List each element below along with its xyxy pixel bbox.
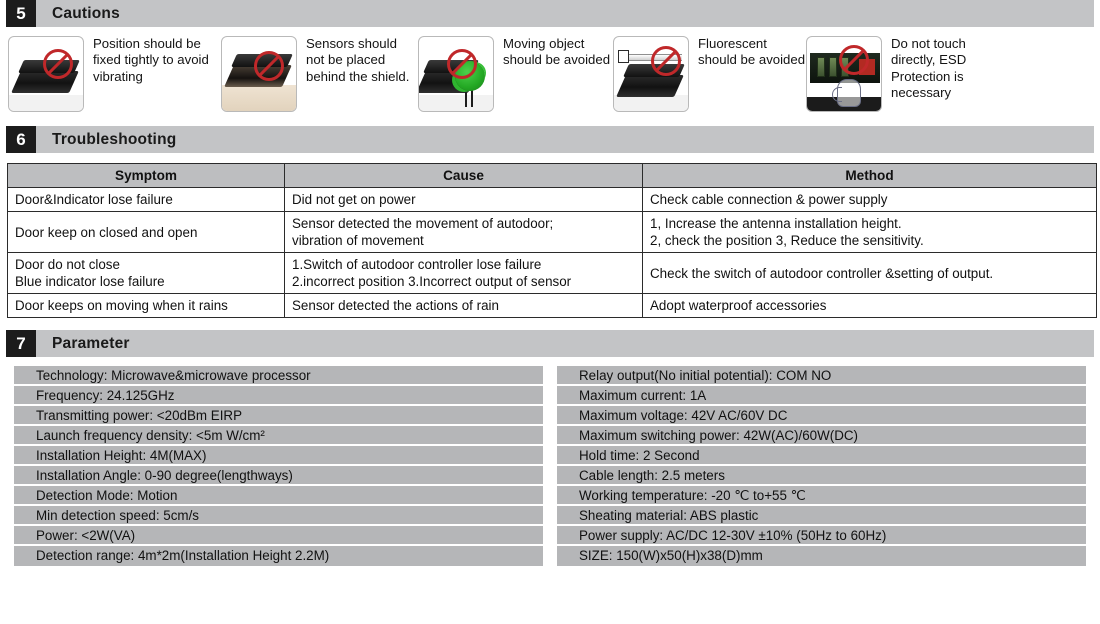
table-row: Door keep on closed and open Sensor dete…: [7, 211, 1097, 253]
sensor-pcb-hand-touch-thumbnail: [806, 36, 882, 112]
parameter-row: Power supply: AC/DC 12-30V ±10% (50Hz to…: [557, 526, 1086, 546]
caution-item-5: Do not touch directly, ESD Protection is…: [806, 36, 1003, 112]
table-row: Door do not close Blue indicator lose fa…: [7, 252, 1097, 294]
caution-text: Fluorescent should be avoided: [698, 36, 806, 68]
sensor-with-fluorescent-lamp-thumbnail: [613, 36, 689, 112]
cell-method-line1: 1, Increase the antenna installation hei…: [650, 216, 902, 231]
no-entry-sign-icon: [43, 49, 73, 79]
caution-text: Position should be fixed tightly to avoi…: [93, 36, 209, 84]
section-header-troubleshooting: 6 Troubleshooting: [6, 126, 1094, 153]
parameter-row: Detection range: 4m*2m(Installation Heig…: [14, 546, 543, 566]
sensor-with-tree-thumbnail: [418, 36, 494, 112]
table-row: Door&Indicator lose failure Did not get …: [7, 187, 1097, 212]
sensor-device-thumbnail: [8, 36, 84, 112]
column-header-method: Method: [642, 163, 1097, 188]
caution-text: Moving object should be avoided: [503, 36, 611, 68]
cell-symptom: Door&Indicator lose failure: [7, 187, 285, 212]
hand-icon: [832, 79, 861, 107]
cell-cause: Did not get on power: [284, 187, 643, 212]
parameter-row: Maximum switching power: 42W(AC)/60W(DC): [557, 426, 1086, 446]
section-header-parameter: 7 Parameter: [6, 330, 1094, 357]
sensor-behind-shield-thumbnail: [221, 36, 297, 112]
cell-cause-line2: vibration of movement: [292, 233, 424, 248]
parameter-row: Power: <2W(VA): [14, 526, 543, 546]
parameter-row: Detection Mode: Motion: [14, 486, 543, 506]
parameter-row: Installation Angle: 0-90 degree(lengthwa…: [14, 466, 543, 486]
parameter-row: Working temperature: -20 ℃ to+55 ℃: [557, 486, 1086, 506]
cell-cause: Sensor detected the actions of rain: [284, 293, 643, 318]
cell-method-line2: 2, check the position 3, Reduce the sens…: [650, 233, 924, 248]
no-entry-sign-icon: [651, 46, 681, 76]
parameter-row: Launch frequency density: <5m W/cm²: [14, 426, 543, 446]
cell-cause: 1.Switch of autodoor controller lose fai…: [284, 252, 643, 294]
troubleshooting-table: Symptom Cause Method Door&Indicator lose…: [7, 163, 1097, 318]
no-entry-sign-icon: [839, 45, 869, 75]
cell-cause-line1: 1.Switch of autodoor controller lose fai…: [292, 257, 542, 272]
cell-cause-line2: 2.incorrect position 3.Incorrect output …: [292, 274, 572, 289]
caution-item-1: Position should be fixed tightly to avoi…: [8, 36, 221, 112]
cell-symptom-line1: Door do not close: [15, 257, 120, 272]
cell-cause: Sensor detected the movement of autodoor…: [284, 211, 643, 253]
cautions-list: Position should be fixed tightly to avoi…: [8, 36, 1094, 112]
cell-method: Adopt waterproof accessories: [642, 293, 1097, 318]
parameter-row: SIZE: 150(W)x50(H)x38(D)mm: [557, 546, 1086, 566]
section-title: Parameter: [52, 334, 130, 352]
manual-page: 5 Cautions Position should be fixed tigh…: [0, 0, 1100, 624]
column-header-symptom: Symptom: [7, 163, 285, 188]
table-row: Door keeps on moving when it rains Senso…: [7, 293, 1097, 318]
table-header-row: Symptom Cause Method: [7, 163, 1097, 188]
parameter-column-left: Technology: Microwave&microwave processo…: [14, 366, 543, 566]
parameter-columns: Technology: Microwave&microwave processo…: [14, 366, 1086, 566]
parameter-row: Relay output(No initial potential): COM …: [557, 366, 1086, 386]
cell-symptom: Door do not close Blue indicator lose fa…: [7, 252, 285, 294]
column-header-cause: Cause: [284, 163, 643, 188]
cell-symptom-line2: Blue indicator lose failure: [15, 274, 165, 289]
caution-item-2: Sensors should not be placed behind the …: [221, 36, 418, 112]
section-header-cautions: 5 Cautions: [6, 0, 1094, 27]
cell-symptom: Door keep on closed and open: [7, 211, 285, 253]
parameter-row: Hold time: 2 Second: [557, 446, 1086, 466]
cell-method: Check cable connection & power supply: [642, 187, 1097, 212]
no-entry-sign-icon: [447, 49, 477, 79]
section-title: Troubleshooting: [52, 130, 177, 148]
cell-symptom: Door keeps on moving when it rains: [7, 293, 285, 318]
parameter-row: Frequency: 24.125GHz: [14, 386, 543, 406]
section-number-badge: 5: [6, 0, 36, 27]
parameter-column-right: Relay output(No initial potential): COM …: [557, 366, 1086, 566]
parameter-row: Maximum current: 1A: [557, 386, 1086, 406]
cell-method: 1, Increase the antenna installation hei…: [642, 211, 1097, 253]
caution-text: Sensors should not be placed behind the …: [306, 36, 410, 84]
parameter-row: Min detection speed: 5cm/s: [14, 506, 543, 526]
no-entry-sign-icon: [254, 51, 284, 81]
section-title: Cautions: [52, 4, 120, 22]
caution-item-3: Moving object should be avoided: [418, 36, 613, 112]
parameter-row: Technology: Microwave&microwave processo…: [14, 366, 543, 386]
parameter-row: Sheating material: ABS plastic: [557, 506, 1086, 526]
cell-cause-line1: Sensor detected the movement of autodoor…: [292, 216, 554, 231]
section-number-badge: 7: [6, 330, 36, 357]
section-number-badge: 6: [6, 126, 36, 153]
parameter-row: Cable length: 2.5 meters: [557, 466, 1086, 486]
cell-method: Check the switch of autodoor controller …: [642, 252, 1097, 294]
parameter-row: Installation Height: 4M(MAX): [14, 446, 543, 466]
parameter-row: Maximum voltage: 42V AC/60V DC: [557, 406, 1086, 426]
parameter-row: Transmitting power: <20dBm EIRP: [14, 406, 543, 426]
caution-text: Do not touch directly, ESD Protection is…: [891, 36, 967, 101]
caution-item-4: Fluorescent should be avoided: [613, 36, 806, 112]
